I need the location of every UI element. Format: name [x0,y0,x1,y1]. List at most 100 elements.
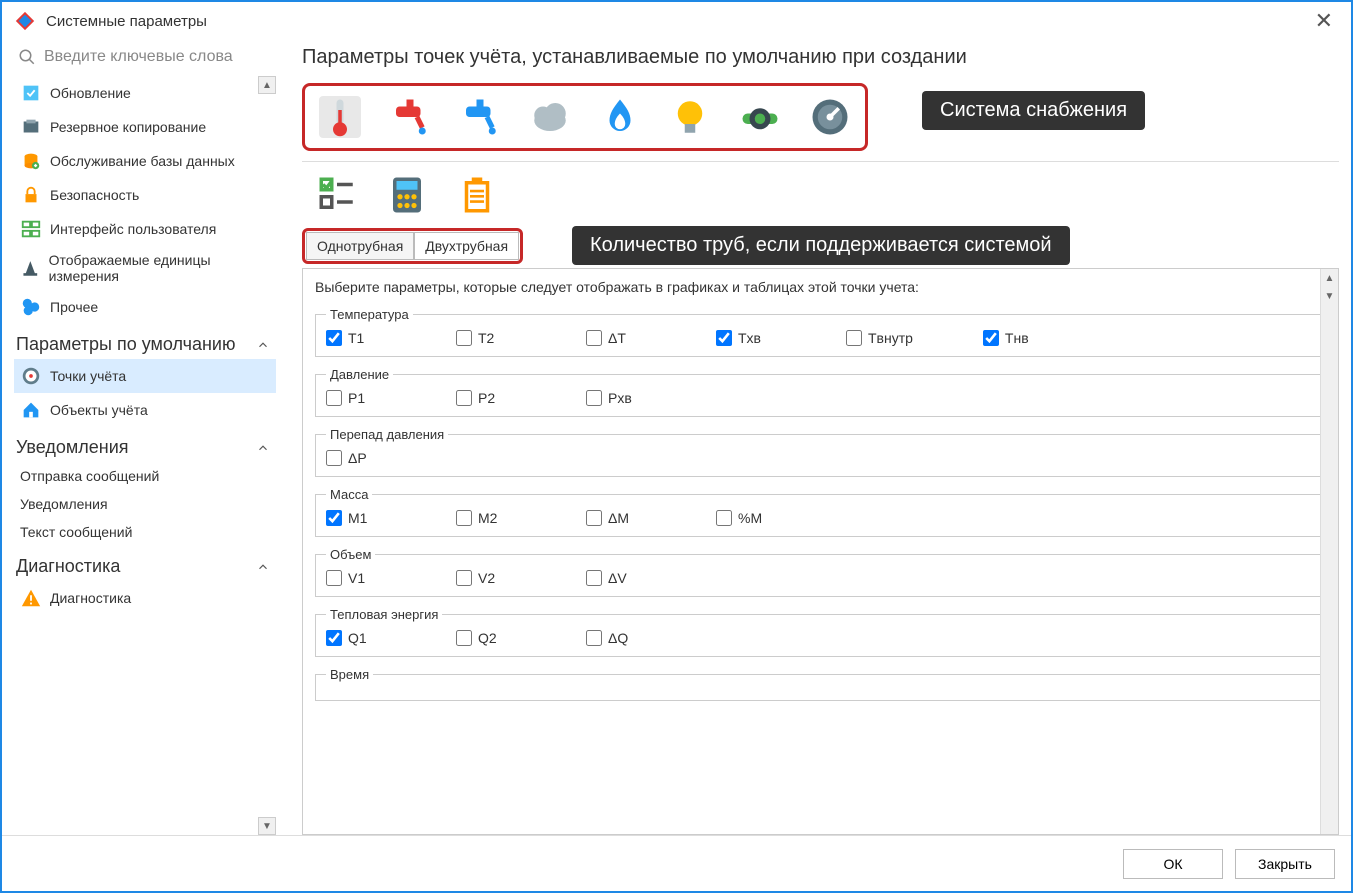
section-notify[interactable]: Уведомления [14,427,276,462]
app-logo-icon [14,10,36,32]
cloud-icon[interactable] [529,96,571,138]
close-icon[interactable]: ✕ [1309,8,1339,34]
sidebar-item[interactable]: Текст сообщений [14,518,276,546]
checkbox[interactable] [326,390,342,406]
sidebar-item-label: Обновление [50,85,131,101]
checkbox[interactable] [716,330,732,346]
body: Введите ключевые слова ▲ Обновление Резер… [2,40,1351,835]
params-panel: Выберите параметры, которые следует отоб… [302,268,1339,835]
checkbox-label: V1 [348,570,365,586]
pipe-tabs: ОднотрубнаяДвухтрубная [302,228,523,264]
sidebar-item-label: Резервное копирование [50,119,206,135]
param-checkbox[interactable]: M1 [326,510,386,526]
scroll-down-icon[interactable]: ▼ [1321,287,1338,305]
sidebar-item[interactable]: Прочее [14,290,276,324]
checkbox[interactable] [326,630,342,646]
bulb-icon[interactable] [669,96,711,138]
param-checkbox[interactable]: Q1 [326,630,386,646]
param-checkbox[interactable]: V1 [326,570,386,586]
checkbox[interactable] [326,570,342,586]
sidebar-item-label: Объекты учёта [50,402,148,418]
calc-icon[interactable] [386,174,428,216]
param-checkbox[interactable]: Tнв [983,330,1043,346]
checkbox[interactable] [456,510,472,526]
param-checkbox[interactable]: ΔQ [586,630,646,646]
param-checkbox[interactable]: ΔV [586,570,646,586]
param-checkbox[interactable]: P1 [326,390,386,406]
sidebar-item[interactable]: Отображаемые единицы измерения [14,246,276,290]
params-scrollbar[interactable]: ▲ ▼ [1320,269,1338,834]
mode-row [302,168,1339,222]
param-checkbox[interactable]: T1 [326,330,386,346]
checkbox[interactable] [586,570,602,586]
param-checkbox[interactable]: Tхв [716,330,776,346]
checkbox-label: ΔP [348,450,367,466]
clipboard-icon[interactable] [456,174,498,216]
checkbox[interactable] [586,630,602,646]
sidebar-item[interactable]: Точки учёта [14,359,276,393]
param-checkbox[interactable]: ΔM [586,510,646,526]
checkbox[interactable] [326,450,342,466]
callout-tabs: Количество труб, если поддерживается сис… [572,226,1070,265]
param-checkbox[interactable]: M2 [456,510,516,526]
search-box[interactable]: Введите ключевые слова [14,40,276,76]
sidebar-item-label: Обслуживание базы данных [50,153,235,169]
checkbox[interactable] [326,330,342,346]
sidebar-item[interactable]: Отправка сообщений [14,462,276,490]
param-checkbox[interactable]: ΔP [326,450,386,466]
gauge-icon[interactable] [809,96,851,138]
checkbox[interactable] [456,570,472,586]
checkbox[interactable] [456,330,472,346]
scroll-up-icon[interactable]: ▲ [1321,269,1338,287]
sidebar-item[interactable]: Интерфейс пользователя [14,212,276,246]
checkbox[interactable] [456,390,472,406]
param-checkbox[interactable]: Tвнутр [846,330,913,346]
hot-tap-icon[interactable] [389,96,431,138]
sidebar-item-label: Отправка сообщений [20,468,159,484]
param-checkbox[interactable]: P2 [456,390,516,406]
checkbox[interactable] [456,630,472,646]
thermometer-icon[interactable] [319,96,361,138]
sidebar-item-label: Уведомления [20,496,108,512]
checkbox[interactable] [586,330,602,346]
sidebar-item[interactable]: Объекты учёта [14,393,276,427]
section-defaults[interactable]: Параметры по умолчанию [14,324,276,359]
checkbox[interactable] [983,330,999,346]
checkbox[interactable] [716,510,732,526]
checkbox-label: T1 [348,330,364,346]
param-group: ДавлениеP1P2Pхв [315,367,1326,417]
sidebar-item[interactable]: Уведомления [14,490,276,518]
scroll-down-button[interactable]: ▼ [258,817,276,835]
gas-icon[interactable] [599,96,641,138]
pipe-tab[interactable]: Однотрубная [306,232,414,260]
param-checkbox[interactable]: ΔT [586,330,646,346]
cold-tap-icon[interactable] [459,96,501,138]
close-button[interactable]: Закрыть [1235,849,1335,879]
param-checkbox[interactable]: %M [716,510,776,526]
checklist-icon[interactable] [316,174,358,216]
param-checkbox[interactable]: Q2 [456,630,516,646]
sidebar-item[interactable]: Обслуживание базы данных [14,144,276,178]
pipe-tab[interactable]: Двухтрубная [414,232,519,260]
sidebar-item[interactable]: Обновление [14,76,276,110]
sidebar-item-label: Диагностика [50,590,131,606]
param-checkbox[interactable]: V2 [456,570,516,586]
scroll-up-button[interactable]: ▲ [258,76,276,94]
lock-icon [20,184,42,206]
checkbox[interactable] [326,510,342,526]
window-title: Системные параметры [46,13,207,30]
checkbox[interactable] [586,390,602,406]
param-checkbox[interactable]: Pхв [586,390,646,406]
section-diag[interactable]: Диагностика [14,546,276,581]
sidebar-item[interactable]: Диагностика [14,581,276,615]
chevron-up-icon [256,560,270,574]
checkbox[interactable] [846,330,862,346]
param-checkbox[interactable]: T2 [456,330,516,346]
sidebar-item[interactable]: Безопасность [14,178,276,212]
checkbox[interactable] [586,510,602,526]
ok-button[interactable]: ОК [1123,849,1223,879]
checkbox-label: ΔM [608,510,629,526]
sidebar-item-label: Безопасность [50,187,139,203]
sewage-icon[interactable] [739,96,781,138]
sidebar-item[interactable]: Резервное копирование [14,110,276,144]
